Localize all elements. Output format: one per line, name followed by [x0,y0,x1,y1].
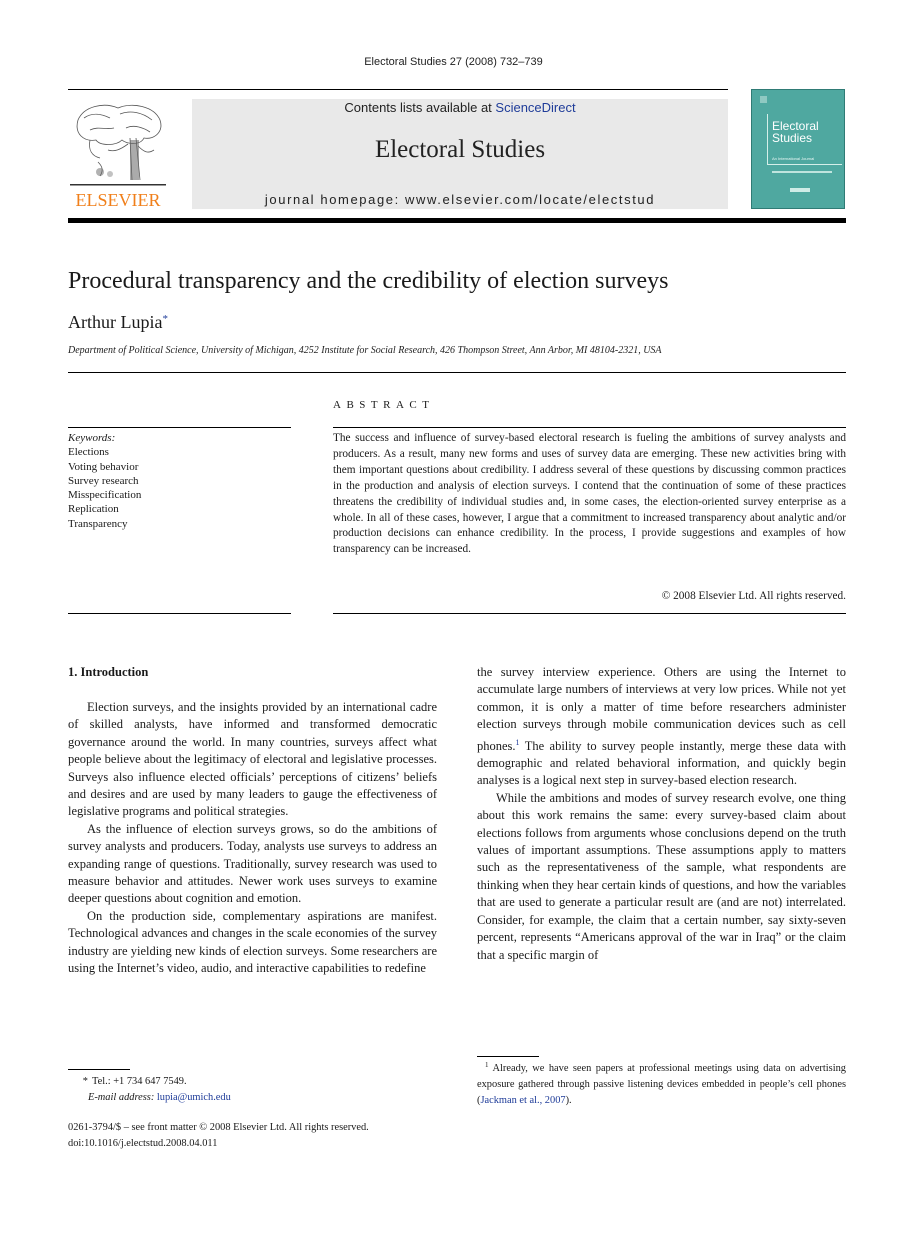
author-footnote-star: * [82,1076,88,1087]
author-email-link[interactable]: lupia@umich.edu [157,1092,231,1103]
elsevier-tree-icon [70,104,166,186]
header-thick-rule [68,218,846,223]
keyword-item: Misspecification [68,489,142,502]
citation-link[interactable]: Jackman et al., 2007 [480,1095,565,1106]
journal-cover-thumbnail[interactable]: Electoral Studies An International Journ… [751,89,845,209]
body-paragraph: the survey interview experience. Others … [477,664,846,790]
body-paragraph: As the influence of election surveys gro… [68,821,437,906]
journal-homepage-link[interactable]: journal homepage: www.elsevier.com/locat… [192,192,728,207]
keywords-top-rule [68,427,291,428]
journal-masthead: Contents lists available at ScienceDirec… [192,99,728,209]
keyword-item: Voting behavior [68,460,139,473]
author-footnote-mark[interactable]: * [162,313,168,325]
abstract-copyright: © 2008 Elsevier Ltd. All rights reserved… [661,590,846,602]
author-telephone: Tel.: +1 734 647 7549. [92,1076,187,1087]
author-name[interactable]: Arthur Lupia [68,312,162,332]
cover-publisher-mark [790,188,810,192]
keywords-bottom-rule [68,613,291,614]
cover-editors-line [772,171,832,173]
keyword-item: Transparency [68,517,128,530]
cover-title: Electoral Studies [772,120,819,144]
footnote-rule-left [68,1069,130,1070]
body-paragraph: Election surveys, and the insights provi… [68,700,437,819]
contents-prefix: Contents lists available at [344,100,496,115]
sciencedirect-link[interactable]: ScienceDirect [495,100,575,115]
doi-line[interactable]: doi:10.1016/j.electstud.2008.04.011 [68,1136,437,1152]
footnote-1: 1 Already, we have seen papers at profess… [477,1058,846,1108]
title-block-rule [68,372,846,373]
abstract-heading: ABSTRACT [333,399,435,411]
contents-line: Contents lists available at ScienceDirec… [192,100,728,115]
section-heading: 1. Introduction [68,665,149,679]
keyword-item: Survey research [68,474,139,487]
email-label: E-mail address: [88,1092,155,1103]
cover-logo-icon [760,96,767,103]
running-head: Electoral Studies 27 (2008) 732–739 [364,56,543,68]
body-column-left: Election surveys, and the insights provi… [68,699,437,978]
issn-line: 0261-3794/$ – see front matter © 2008 El… [68,1122,369,1133]
keyword-item: Elections [68,446,109,459]
paragraph-text: The ability to survey people instantly, … [477,738,846,788]
cover-title-line2: Studies [772,131,813,145]
elsevier-wordmark: ELSEVIER [75,190,161,210]
abstract-bottom-rule [333,613,846,614]
author-footnote: * Tel.: +1 734 647 7549. E-mail address: … [68,1074,437,1106]
footnote-1-number: 1 [485,1061,489,1069]
abstract-top-rule [333,427,846,428]
keywords-label: Keywords: [68,432,116,444]
body-paragraph: While the ambitions and modes of survey … [477,790,846,962]
abstract-text: The success and influence of survey-base… [333,432,846,556]
author-affiliation: Department of Political Science, Univers… [68,345,662,356]
author-line: Arthur Lupia* [68,312,168,333]
cover-subtitle: An International Journal [772,156,815,161]
keyword-item: Replication [68,503,119,516]
footnote-rule-right [477,1056,539,1057]
keywords-list: Keywords: Elections Voting behavior Surv… [68,431,141,531]
journal-title: Electoral Studies [374,136,546,163]
body-paragraph: On the production side, complementary as… [68,908,437,976]
body-column-right: the survey interview experience. Others … [477,664,846,964]
front-matter-info: 0261-3794/$ – see front matter © 2008 El… [68,1120,437,1151]
article-title: Procedural transparency and the credibil… [68,268,669,294]
header-rule [68,89,728,90]
footnote-1-end: ). [565,1094,572,1106]
